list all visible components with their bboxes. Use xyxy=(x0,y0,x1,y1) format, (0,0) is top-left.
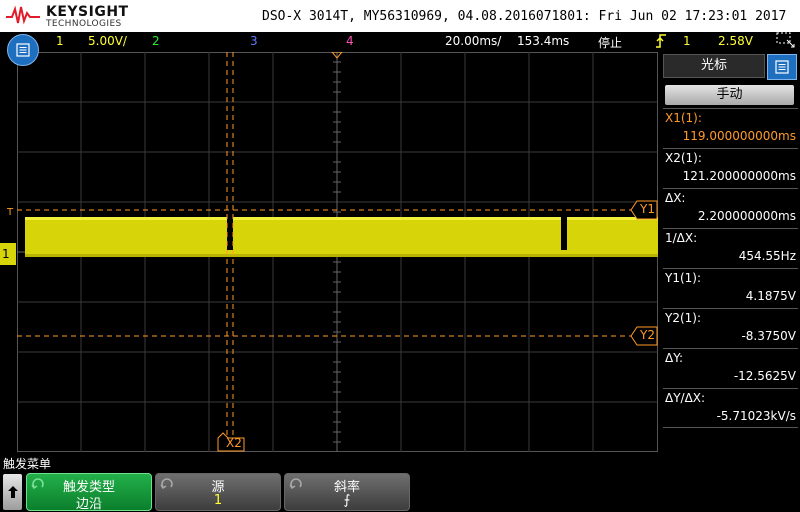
readout-label: ΔY: xyxy=(665,351,683,365)
softkey-value: 边沿 xyxy=(75,497,102,512)
softkey-menu-title: 触发菜单 xyxy=(3,457,52,471)
readout-value: -12.5625V xyxy=(733,369,796,383)
panel-menu-button[interactable] xyxy=(767,54,797,80)
readout-x2[interactable]: X2(1): 121.200000000ms xyxy=(663,148,798,188)
timebase[interactable]: 20.00ms/ xyxy=(445,34,501,48)
softkey-value: ⨍ xyxy=(343,493,351,508)
status-bar: 1 5.00V/ 2 3 4 20.00ms/ 153.4ms 停止 1 2.5… xyxy=(0,32,800,52)
keysight-logo: KEYSIGHT TECHNOLOGIES xyxy=(6,2,129,30)
readout-label: X2(1): xyxy=(665,151,702,165)
menu-icon xyxy=(16,43,30,57)
trigger-edge-icon xyxy=(655,33,667,52)
readout-value: -8.3750V xyxy=(741,329,796,343)
softkey-slope[interactable]: 斜率 ⨍ xyxy=(284,473,410,511)
waveform-display[interactable]: Y1 Y2 X2 xyxy=(17,52,658,452)
trigger-source[interactable]: 1 xyxy=(683,34,691,48)
readout-value: 121.200000000ms xyxy=(682,169,796,183)
main-menu-button[interactable] xyxy=(7,34,39,66)
readout-delta-y: ΔY: -12.5625V xyxy=(663,348,798,388)
ch1-ground-label: 1 xyxy=(2,247,10,261)
header: KEYSIGHT TECHNOLOGIES DSO-X 3014T, MY563… xyxy=(0,0,800,32)
brand-sub: TECHNOLOGIES xyxy=(46,19,122,29)
ch3-number[interactable]: 3 xyxy=(250,34,258,48)
readout-value: 454.55Hz xyxy=(738,249,796,263)
readout-label: 1/ΔX: xyxy=(665,231,698,245)
ch1-number[interactable]: 1 xyxy=(56,34,64,48)
trigger-level[interactable]: 2.58V xyxy=(718,34,753,48)
readout-slope: ΔY/ΔX: -5.71023kV/s xyxy=(663,388,798,428)
instrument-id: DSO-X 3014T, MY56310969, 04.08.201607180… xyxy=(262,9,787,24)
cursor-y1-label: Y1 xyxy=(640,202,655,216)
trigger-level-marker[interactable]: T xyxy=(7,207,13,218)
cursor-x2-label: X2 xyxy=(226,436,242,450)
readout-label: Y1(1): xyxy=(665,271,702,285)
readout-label: ΔX: xyxy=(665,191,686,205)
cursor-panel-header: 光标 xyxy=(661,52,800,80)
softkey-source[interactable]: 源 1 xyxy=(155,473,281,511)
run-state: 停止 xyxy=(598,36,623,50)
readout-label: ΔY/ΔX: xyxy=(665,391,706,405)
brand-name: KEYSIGHT xyxy=(46,4,129,20)
readout-y2[interactable]: Y2(1): -8.3750V xyxy=(663,308,798,348)
softkey-trigger-type[interactable]: 触发类型 边沿 xyxy=(26,473,152,512)
graticule xyxy=(17,52,658,452)
ch4-number[interactable]: 4 xyxy=(346,34,354,48)
readout-label: X1(1): xyxy=(665,111,702,125)
cursor-y2-label: Y2 xyxy=(640,328,655,342)
list-icon xyxy=(775,60,789,74)
softkey-value: 1 xyxy=(213,493,223,508)
up-arrow-icon xyxy=(7,486,18,498)
delay[interactable]: 153.4ms xyxy=(517,34,569,48)
readout-value: 119.000000000ms xyxy=(682,129,796,143)
readout-x1[interactable]: X1(1): 119.000000000ms xyxy=(663,108,798,148)
cursor-panel-title: 光标 xyxy=(663,54,765,78)
readout-value: 2.200000000ms xyxy=(697,209,796,223)
readout-label: Y2(1): xyxy=(665,311,702,325)
readout-inv-delta-x: 1/ΔX: 454.55Hz xyxy=(663,228,798,268)
readout-value: 4.1875V xyxy=(745,289,796,303)
ch1-waveform xyxy=(25,212,658,257)
readout-delta-x: ΔX: 2.200000000ms xyxy=(663,188,798,228)
cursor-panel: 光标 手动 X1(1): 119.000000000ms X2(1): 121.… xyxy=(661,52,800,452)
menu-back-button[interactable] xyxy=(3,474,22,510)
ch1-scale[interactable]: 5.00V/ xyxy=(88,34,127,48)
readout-value: -5.71023kV/s xyxy=(716,409,796,423)
touch-select-icon[interactable] xyxy=(776,32,796,53)
cursor-mode-button[interactable]: 手动 xyxy=(665,85,794,105)
ch2-number[interactable]: 2 xyxy=(152,34,160,48)
ch1-ground-marker[interactable]: 1 xyxy=(0,243,16,265)
keysight-wave-icon xyxy=(6,5,40,25)
readout-y1[interactable]: Y1(1): 4.1875V xyxy=(663,268,798,308)
